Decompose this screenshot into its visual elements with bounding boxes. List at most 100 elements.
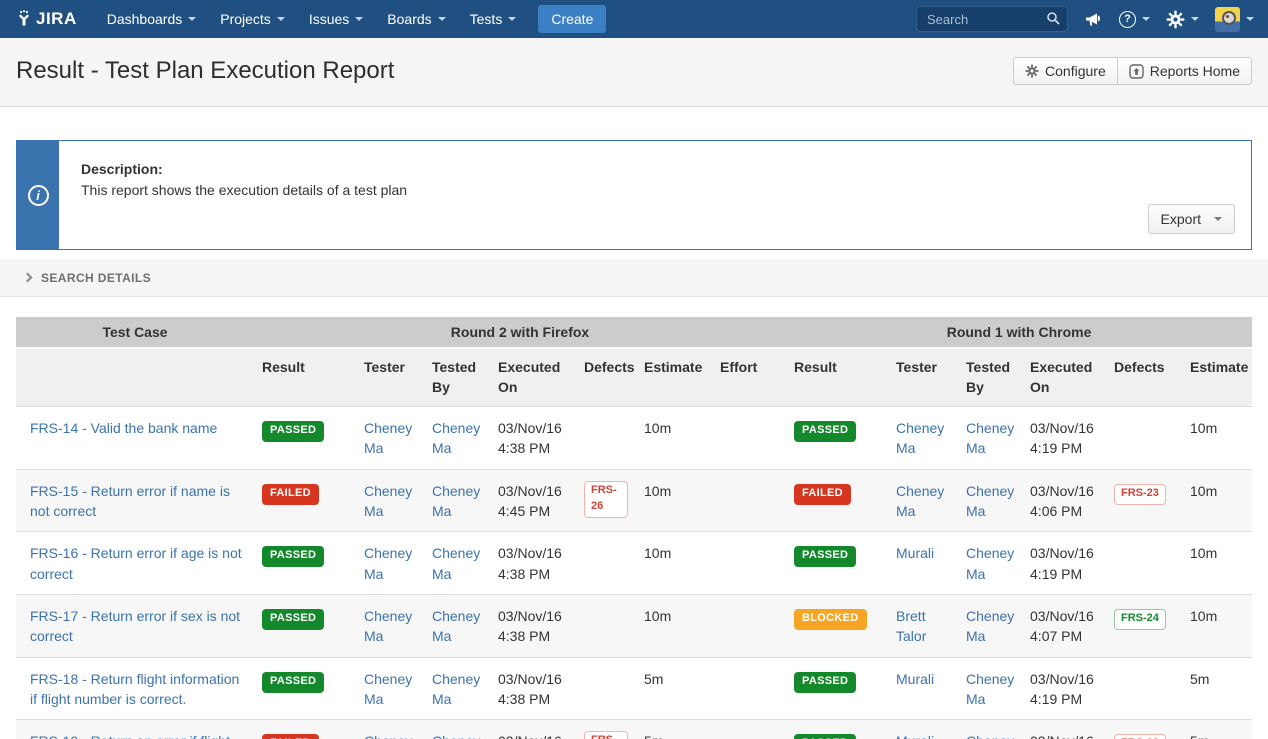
chevron-down-icon [438,17,446,21]
estimate: 10m [1182,532,1252,595]
header-buttons: Configure Reports Home [1013,57,1252,85]
create-button[interactable]: Create [538,5,606,33]
executed-on: 03/Nov/16 4:19 PM [1022,407,1106,470]
tested-by-link[interactable]: Cheney Ma [966,733,1014,739]
test-case-link[interactable]: FRS-18 - Return flight information if fl… [30,671,239,707]
defect-badge[interactable]: FRS-23 [1114,484,1166,505]
jira-charlie-icon [14,9,34,29]
tested-by-link[interactable]: Cheney Ma [966,545,1014,581]
page-header: Result - Test Plan Execution Report Conf… [0,38,1268,107]
nav-menu-dashboards[interactable]: Dashboards [95,0,209,38]
search-details-toggle[interactable]: SEARCH DETAILS [0,259,1268,297]
test-case-link[interactable]: FRS-14 - Valid the bank name [30,420,217,436]
admin-menu[interactable] [1166,10,1199,29]
nav-menu-boards[interactable]: Boards [375,0,457,38]
top-navbar: JIRA Dashboards Projects Issues Boards T… [0,0,1268,38]
tested-by-link[interactable]: Cheney Ma [432,420,480,456]
user-menu[interactable] [1215,7,1254,32]
test-case-link[interactable]: FRS-19 - Return an error if flight numbe… [30,733,230,739]
reports-home-button[interactable]: Reports Home [1118,57,1252,85]
effort [712,469,786,532]
reports-home-label: Reports Home [1150,63,1240,79]
chevron-down-icon [1142,17,1150,21]
description-text: This report shows the execution details … [81,182,1229,198]
test-case-link[interactable]: FRS-17 - Return error if sex is not corr… [30,608,240,644]
group-header-test-case: Test Case [16,317,254,348]
tester-link[interactable]: Murali [896,733,934,739]
executed-on: 03/Nov/16 4:06 PM [1022,469,1106,532]
chevron-down-icon [355,17,363,21]
executed-on: 03/Nov/16 4:38 PM [490,720,576,739]
table-column-header-row: Result Tester Tested By Executed On Defe… [16,348,1252,407]
tester-link[interactable]: Murali [896,671,934,687]
status-badge: PASSED [794,734,856,739]
col-header-tester: Tester [888,348,958,407]
jira-logo-text: JIRA [36,9,77,29]
tested-by-link[interactable]: Cheney Ma [966,608,1014,644]
tester-link[interactable]: Cheney Ma [364,420,412,456]
defect-badge[interactable]: FRS-32 [1114,734,1166,739]
col-header-estimate: Estimate [636,348,712,407]
table-row: FRS-19 - Return an error if flight numbe… [16,720,1252,739]
effort [712,720,786,739]
effort [712,532,786,595]
tested-by-link[interactable]: Cheney Ma [432,671,480,707]
nav-menu-label: Tests [470,11,503,27]
tester-link[interactable]: Cheney Ma [364,671,412,707]
estimate: 5m [636,657,712,720]
nav-menu-label: Boards [387,11,431,27]
tested-by-link[interactable]: Cheney Ma [432,545,480,581]
tester-link[interactable]: Cheney Ma [896,420,944,456]
chevron-down-icon [1214,217,1222,221]
col-header-executed-on: Executed On [1022,348,1106,407]
export-button[interactable]: Export [1148,204,1235,234]
defect-badge[interactable]: FRS-23 [584,731,628,739]
tested-by-link[interactable]: Cheney Ma [432,608,480,644]
jira-logo[interactable]: JIRA [14,9,77,29]
announcements-icon[interactable] [1084,11,1103,28]
tester-link[interactable]: Brett Talor [896,608,926,644]
executed-on: 03/Nov/16 4:38 PM [490,532,576,595]
tested-by-link[interactable]: Cheney Ma [966,671,1014,707]
tester-link[interactable]: Cheney Ma [364,733,412,739]
tested-by-link[interactable]: Cheney Ma [432,733,480,739]
group-header-round1: Round 1 with Chrome [786,317,1252,348]
tester-link[interactable]: Cheney Ma [896,483,944,519]
col-header-estimate: Estimate [1182,348,1252,407]
estimate: 10m [636,407,712,470]
defect-badge[interactable]: FRS-24 [1114,609,1166,630]
tester-link[interactable]: Cheney Ma [364,545,412,581]
chevron-right-icon [23,273,33,283]
table-row: FRS-14 - Valid the bank name PASSED Chen… [16,407,1252,470]
col-header-tested-by: Tested By [424,348,490,407]
search-icon[interactable] [1046,11,1061,26]
table-row: FRS-16 - Return error if age is not corr… [16,532,1252,595]
tested-by-link[interactable]: Cheney Ma [966,483,1014,519]
executed-on: 03/Nov/16 4:19 PM [1022,532,1106,595]
col-header-result: Result [786,348,888,407]
description-panel: i Description: This report shows the exe… [16,140,1252,250]
defect-badge[interactable]: FRS-26 [584,481,628,518]
search-container [916,6,1068,32]
tested-by-link[interactable]: Cheney Ma [432,483,480,519]
configure-label: Configure [1045,63,1106,79]
estimate: 5m [636,720,712,739]
effort [712,407,786,470]
chevron-down-icon [188,17,196,21]
tester-link[interactable]: Murali [896,545,934,561]
nav-menu-projects[interactable]: Projects [208,0,297,38]
estimate: 5m [1182,657,1252,720]
tested-by-link[interactable]: Cheney Ma [966,420,1014,456]
tester-link[interactable]: Cheney Ma [364,608,412,644]
help-menu[interactable]: ? [1119,11,1150,28]
chevron-down-icon [1191,17,1199,21]
test-case-link[interactable]: FRS-16 - Return error if age is not corr… [30,545,242,581]
nav-menu-tests[interactable]: Tests [458,0,529,38]
configure-button[interactable]: Configure [1013,57,1118,85]
table-row: FRS-17 - Return error if sex is not corr… [16,594,1252,657]
nav-menu-issues[interactable]: Issues [297,0,375,38]
executed-on: 03/Nov/16 4:07 PM [1022,594,1106,657]
tester-link[interactable]: Cheney Ma [364,483,412,519]
status-badge: PASSED [794,421,856,442]
test-case-link[interactable]: FRS-15 - Return error if name is not cor… [30,483,230,519]
